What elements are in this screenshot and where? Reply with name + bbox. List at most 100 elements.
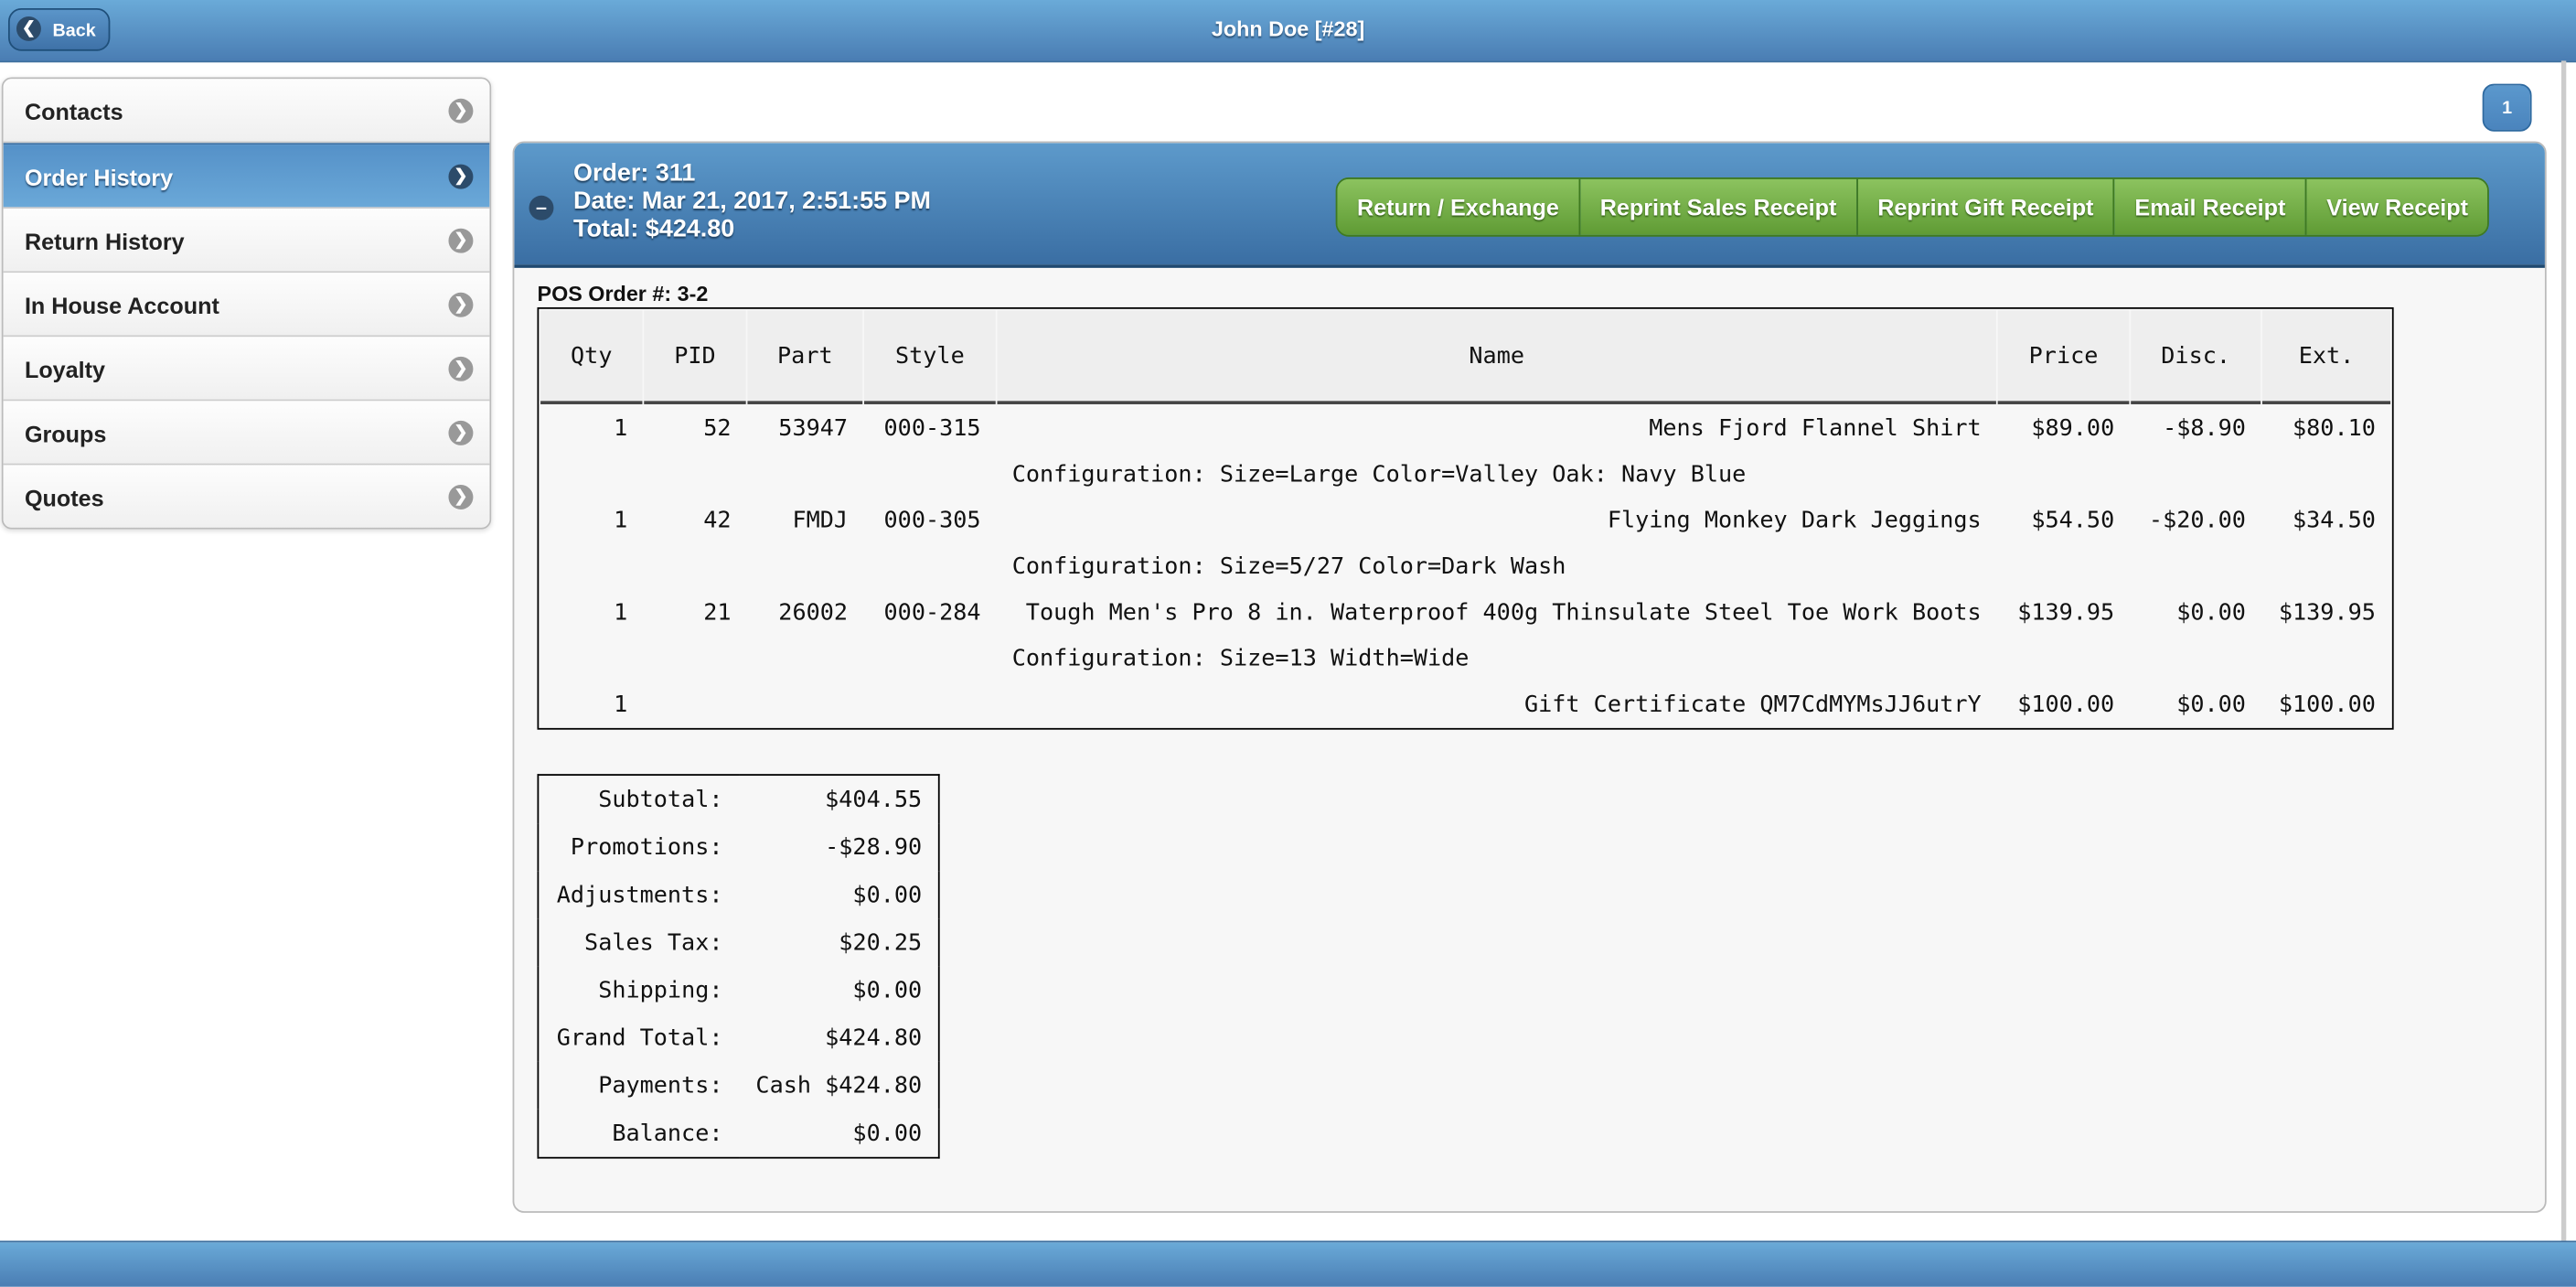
collapse-icon[interactable]: – xyxy=(529,195,554,220)
totals-row: Shipping: $0.00 xyxy=(538,966,939,1014)
chevron-right-icon: ❯ xyxy=(448,164,474,189)
page-title: John Doe [#28] xyxy=(1211,16,1365,41)
table-row: 1 52 53947 000-315 Mens Fjord Flannel Shirt $… xyxy=(540,406,2390,451)
totals-label: Adjustments: xyxy=(556,881,723,908)
top-bar: ❮ Back John Doe [#28] xyxy=(0,0,2576,63)
totals-row: Grand Total: $424.80 xyxy=(538,1014,939,1062)
order-panel: – Order: 311 Date: Mar 21, 2017, 2:51:55… xyxy=(512,141,2547,1213)
sidebar-item-groups[interactable]: Groups ❯ xyxy=(3,401,490,466)
order-actions: Return / Exchange Reprint Sales Receipt … xyxy=(1335,177,2490,237)
reprint-sales-receipt-button[interactable]: Reprint Sales Receipt xyxy=(1578,178,1856,235)
page-button-1[interactable]: 1 xyxy=(2482,83,2532,132)
cell-part: FMDJ xyxy=(792,507,849,533)
cell-ext: $34.50 xyxy=(2293,507,2376,533)
column-header: Price xyxy=(1997,310,2130,404)
totals-row: Adjustments: $0.00 xyxy=(538,871,939,918)
totals-label: Grand Total: xyxy=(556,1024,723,1051)
cell-pid: 52 xyxy=(703,414,732,442)
cell-style xyxy=(864,682,996,727)
totals-label: Subtotal: xyxy=(598,786,723,813)
totals-value: -$28.90 xyxy=(825,833,923,861)
order-number: Order: 311 xyxy=(573,159,696,188)
totals-label: Balance: xyxy=(612,1120,723,1147)
footer-bar xyxy=(0,1240,2576,1287)
sidebar-item-label: Loyalty xyxy=(24,356,106,383)
email-receipt-button[interactable]: Email Receipt xyxy=(2113,178,2305,235)
configuration-row: Configuration: Size=5/27 Color=Dark Wash xyxy=(540,544,2390,589)
cell-name: Mens Fjord Flannel Shirt xyxy=(1649,414,1982,442)
cell-style: 000-305 xyxy=(883,507,981,533)
cell-name: Tough Men's Pro 8 in. Waterproof 400g Th… xyxy=(1025,598,1982,626)
sidebar-item-label: Return History xyxy=(24,228,185,255)
cell-part: 53947 xyxy=(778,414,849,442)
totals-label: Promotions: xyxy=(570,833,723,861)
totals-row: Payments: Cash $424.80 xyxy=(538,1062,939,1110)
totals-row: Sales Tax: $20.25 xyxy=(538,918,939,966)
cell-qty: 1 xyxy=(614,414,628,442)
sidebar-item-order-history[interactable]: Order History ❯ xyxy=(3,143,490,209)
totals-label: Sales Tax: xyxy=(584,928,723,956)
chevron-right-icon: ❯ xyxy=(448,356,474,381)
sidebar: Contacts ❯ Order History ❯ Return History ❯ In… xyxy=(1,77,492,530)
cell-disc: $0.00 xyxy=(2176,691,2246,718)
column-header: Part xyxy=(747,310,863,404)
cell-disc: $0.00 xyxy=(2176,598,2246,626)
scrollbar[interactable] xyxy=(2560,60,2567,1241)
chevron-right-icon: ❯ xyxy=(448,484,474,509)
cell-qty: 1 xyxy=(614,598,628,626)
cell-disc: -$20.00 xyxy=(2148,507,2246,533)
reprint-gift-receipt-button[interactable]: Reprint Gift Receipt xyxy=(1855,178,2114,235)
column-header: Qty xyxy=(540,310,643,404)
totals-label: Shipping: xyxy=(598,977,723,1003)
chevron-right-icon: ❯ xyxy=(448,228,474,253)
pos-order-number: POS Order #: 3-2 xyxy=(537,281,709,306)
cell-price: $54.50 xyxy=(2031,507,2115,533)
cell-style: 000-315 xyxy=(883,414,981,442)
cell-pid xyxy=(644,682,745,727)
totals-row: Promotions: -$28.90 xyxy=(538,823,939,871)
table-row: 1 21 26002 000-284 Tough Men's Pro 8 in. Wat… xyxy=(540,590,2390,635)
totals-label: Payments: xyxy=(598,1072,723,1099)
return-exchange-button[interactable]: Return / Exchange xyxy=(1337,178,1579,235)
configuration-text: Configuration: Size=13 Width=Wide xyxy=(1011,645,1470,671)
sidebar-item-label: Quotes xyxy=(24,484,104,511)
sidebar-item-in-house-account[interactable]: In House Account ❯ xyxy=(3,273,490,338)
view-receipt-button[interactable]: View Receipt xyxy=(2304,178,2488,235)
sidebar-item-label: In House Account xyxy=(24,292,219,319)
order-total: Total: $424.80 xyxy=(573,215,735,243)
cell-price: $89.00 xyxy=(2031,414,2115,442)
table-row: 1 42 FMDJ 000-305 Flying Monkey Dark Jegging… xyxy=(540,498,2390,542)
cell-name: Flying Monkey Dark Jeggings xyxy=(1607,507,1982,533)
sidebar-item-label: Order History xyxy=(24,164,174,191)
chevron-right-icon: ❯ xyxy=(448,292,474,317)
cell-ext: $80.10 xyxy=(2293,414,2376,442)
cell-qty: 1 xyxy=(614,507,628,533)
sidebar-item-return-history[interactable]: Return History ❯ xyxy=(3,209,490,273)
sidebar-item-quotes[interactable]: Quotes ❯ xyxy=(3,465,490,528)
sidebar-item-loyalty[interactable]: Loyalty ❯ xyxy=(3,337,490,402)
cell-qty: 1 xyxy=(614,691,628,718)
totals-value: Cash $424.80 xyxy=(755,1072,923,1099)
cell-part: 26002 xyxy=(778,598,849,626)
totals-value: $0.00 xyxy=(852,881,923,908)
sidebar-item-label: Groups xyxy=(24,420,107,447)
order-header[interactable]: – Order: 311 Date: Mar 21, 2017, 2:51:55… xyxy=(514,143,2545,268)
column-header: Name xyxy=(997,310,1996,404)
configuration-text: Configuration: Size=Large Color=Valley O… xyxy=(1011,460,1747,488)
totals-table: Subtotal: $404.55 Promotions: -$28.90 Adjust… xyxy=(537,774,940,1159)
sidebar-item-label: Contacts xyxy=(24,98,123,125)
cell-disc: -$8.90 xyxy=(2163,414,2246,442)
cell-pid: 42 xyxy=(703,507,732,533)
column-header: Style xyxy=(864,310,996,404)
items-table: Qty PID Part Style Name Price Disc. Ext. 1 52 539… xyxy=(537,306,2394,730)
cell-name: Gift Certificate QM7CdMYMsJJ6utrY xyxy=(1523,691,1982,718)
cell-part xyxy=(747,682,862,727)
cell-pid: 21 xyxy=(703,598,732,626)
table-row: 1 Gift Certificate QM7CdMYMsJJ6utrY $100.0… xyxy=(540,682,2390,727)
cell-ext: $100.00 xyxy=(2278,691,2376,718)
totals-row: Balance: $0.00 xyxy=(538,1110,939,1158)
sidebar-item-contacts[interactable]: Contacts ❯ xyxy=(3,79,490,144)
totals-value: $0.00 xyxy=(852,977,923,1003)
totals-value: $20.25 xyxy=(839,928,923,956)
cell-style: 000-284 xyxy=(883,598,981,626)
